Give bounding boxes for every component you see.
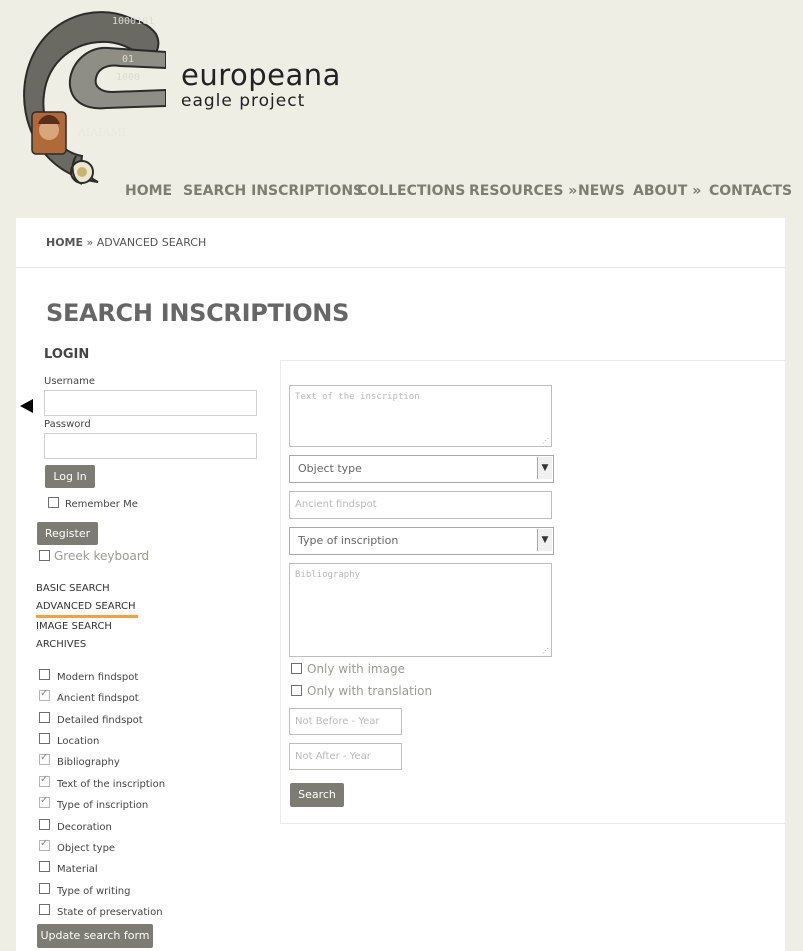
decoration-label: Decoration (57, 822, 112, 833)
update-search-form-button[interactable]: Update search form (37, 924, 153, 948)
state-of-preservation-label: State of preservation (57, 907, 163, 918)
material-checkbox[interactable] (39, 861, 50, 872)
nav-home[interactable]: HOME (125, 182, 172, 200)
breadcrumb-separator: » (86, 236, 94, 249)
nav-resources[interactable]: RESOURCES » (469, 182, 577, 200)
brand-name: europeana (181, 58, 341, 92)
svg-text:1000101: 1000101 (112, 16, 154, 27)
object-type-select[interactable]: Object type ▼ (289, 455, 554, 483)
type-of-inscription-checkbox[interactable] (39, 795, 50, 808)
bibliography-placeholder: Bibliography (295, 570, 361, 580)
not-before-year-placeholder: Not Before - Year (295, 716, 380, 727)
chevron-down-icon: ▼ (537, 457, 552, 479)
nav-news[interactable]: NEWS (578, 182, 625, 200)
resize-handle-icon[interactable]: ⋰ (542, 437, 549, 445)
nav-collections[interactable]: COLLECTIONS (357, 182, 465, 200)
bibliography-label: Bibliography (57, 757, 120, 768)
type-of-inscription-select-value: Type of inscription (298, 534, 399, 547)
material-label: Material (57, 864, 98, 875)
bibliography-input[interactable]: Bibliography ⋰ (289, 563, 552, 657)
nav-contacts[interactable]: CONTACTS (709, 182, 792, 200)
object-type-checkbox[interactable] (39, 838, 50, 851)
state-of-preservation-checkbox[interactable] (39, 904, 50, 915)
search-button[interactable]: Search (290, 783, 344, 807)
resize-handle-icon[interactable]: ⋰ (542, 647, 549, 655)
inscription-text-input[interactable]: Text of the inscription ⋰ (289, 385, 552, 447)
only-with-translation-label: Only with translation (307, 684, 433, 698)
object-type-select-value: Object type (298, 462, 362, 475)
inscription-text-placeholder: Text of the inscription (295, 392, 420, 402)
brand-subtitle: eagle project (181, 91, 306, 111)
location-label: Location (57, 736, 100, 747)
breadcrumb-home[interactable]: HOME (46, 236, 83, 249)
greek-keyboard-checkbox[interactable] (39, 550, 50, 561)
ancient-findspot-label: Ancient findspot (57, 693, 139, 704)
type-of-inscription-select[interactable]: Type of inscription ▼ (289, 527, 554, 555)
type-of-inscription-label: Type of inscription (57, 800, 149, 811)
modern-findspot-checkbox[interactable] (39, 669, 50, 680)
breadcrumb: HOME » ADVANCED SEARCH (46, 236, 206, 250)
archives-link[interactable]: ARCHIVES (36, 639, 86, 651)
detailed-findspot-checkbox[interactable] (39, 712, 50, 723)
object-type-label: Object type (57, 843, 116, 854)
login-title: LOGIN (44, 347, 90, 362)
ancient-findspot-checkbox[interactable] (39, 688, 50, 701)
text-of-inscription-checkbox[interactable] (39, 774, 50, 787)
collapse-arrow-icon[interactable] (20, 399, 33, 413)
username-input[interactable] (44, 390, 257, 416)
not-after-year-input[interactable]: Not After - Year (289, 743, 402, 770)
password-label: Password (44, 419, 91, 430)
divider (16, 267, 785, 268)
chevron-down-icon: ▼ (537, 529, 552, 551)
type-of-writing-label: Type of writing (57, 886, 131, 897)
register-button[interactable]: Register (37, 522, 98, 545)
password-input[interactable] (44, 433, 257, 459)
nav-search-inscriptions[interactable]: SEARCH INSCRIPTIONS (183, 182, 363, 200)
ancient-findspot-input[interactable]: Ancient findspot (289, 491, 552, 519)
login-button[interactable]: Log In (45, 465, 95, 488)
not-before-year-input[interactable]: Not Before - Year (289, 708, 402, 735)
username-label: Username (44, 376, 95, 387)
greek-keyboard-label: Greek keyboard (54, 549, 150, 563)
remember-me-label: Remember Me (65, 499, 138, 510)
content-panel: HOME » ADVANCED SEARCH SEARCH INSCRIPTIO… (16, 218, 785, 951)
advanced-search-link[interactable]: ADVANCED SEARCH (36, 601, 136, 613)
svg-text:1000: 1000 (116, 72, 140, 83)
bibliography-checkbox[interactable] (39, 752, 50, 765)
basic-search-link[interactable]: BASIC SEARCH (36, 583, 110, 595)
type-of-writing-checkbox[interactable] (39, 883, 50, 894)
only-with-image-checkbox[interactable] (291, 663, 302, 674)
page-title: SEARCH INSCRIPTIONS (46, 299, 350, 327)
nav-about[interactable]: ABOUT » (633, 182, 701, 200)
detailed-findspot-label: Detailed findspot (57, 715, 143, 726)
svg-text:ΛΙΑΙΛΜΙ: ΛΙΑΙΛΜΙ (77, 126, 126, 139)
ancient-findspot-placeholder: Ancient findspot (295, 499, 377, 510)
text-of-inscription-label: Text of the inscription (57, 779, 166, 790)
location-checkbox[interactable] (39, 733, 50, 744)
only-with-image-label: Only with image (307, 662, 405, 676)
remember-me-checkbox[interactable] (48, 497, 59, 508)
decoration-checkbox[interactable] (39, 819, 50, 830)
not-after-year-placeholder: Not After - Year (295, 751, 371, 762)
image-search-link[interactable]: IMAGE SEARCH (36, 621, 112, 633)
modern-findspot-label: Modern findspot (57, 672, 139, 683)
only-with-translation-checkbox[interactable] (291, 685, 302, 696)
eagle-logo-icon[interactable]: 1000101 01 1000 ΛΙΑΙΛΜΙ (16, 6, 166, 190)
breadcrumb-current: ADVANCED SEARCH (96, 236, 207, 249)
svg-text:01: 01 (122, 54, 134, 65)
active-link-indicator (36, 615, 138, 618)
